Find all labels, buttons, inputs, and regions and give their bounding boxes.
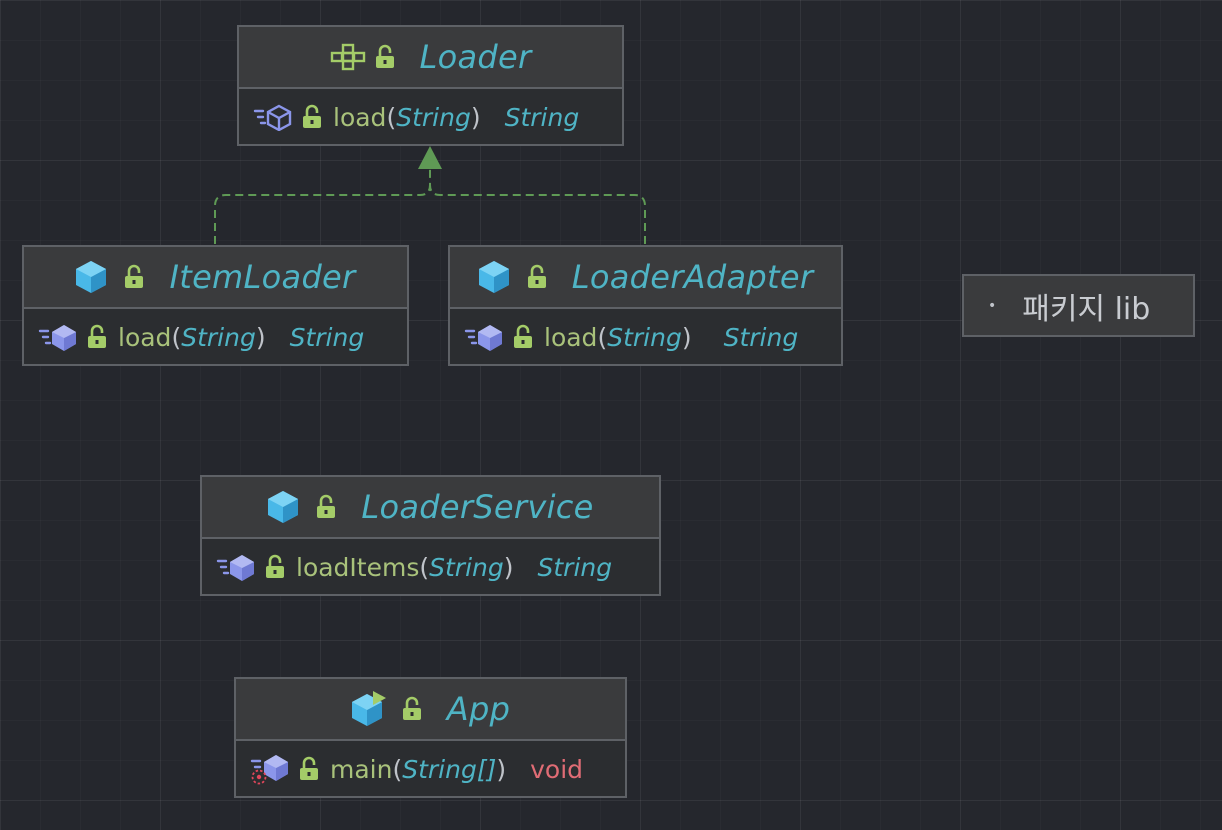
method-param-type: String	[396, 102, 471, 132]
method-icon	[38, 323, 78, 351]
open-paren: (	[597, 322, 608, 352]
node-header: LoaderService	[202, 477, 659, 539]
close-paren: )	[470, 102, 481, 132]
node-loader-adapter[interactable]: LoaderAdapter load(String) String	[448, 245, 843, 366]
class-icon	[267, 490, 299, 524]
method-return-type: String	[289, 322, 365, 352]
method-icon	[464, 323, 504, 351]
lock-open-icon	[298, 756, 320, 782]
class-icon	[75, 260, 107, 294]
node-loader-service[interactable]: LoaderService loadItems(String) String	[200, 475, 661, 596]
open-paren: (	[386, 102, 397, 132]
method-row[interactable]: load(String) String	[24, 309, 407, 365]
method-return-type: void	[530, 754, 584, 784]
node-header: LoaderAdapter	[450, 247, 841, 309]
class-icon	[478, 260, 510, 294]
method-param-type: String	[607, 322, 682, 352]
class-name: App	[446, 690, 511, 728]
node-header: App	[236, 679, 625, 741]
node-loader[interactable]: Loader load(String) String	[237, 25, 624, 146]
method-param-type: String[]	[402, 754, 497, 784]
interface-icon	[330, 43, 366, 71]
close-paren: )	[496, 754, 507, 784]
lock-open-icon	[264, 554, 286, 580]
method-name: main	[330, 754, 393, 784]
main-class-icon	[351, 691, 387, 727]
method-return-type: String	[723, 322, 799, 352]
method-param-type: String	[429, 552, 504, 582]
method-name: load	[118, 322, 172, 352]
node-item-loader[interactable]: ItemLoader load(String) String	[22, 245, 409, 366]
method-error-icon	[250, 753, 290, 785]
close-paren: )	[255, 322, 266, 352]
method-row[interactable]: load(String) String	[239, 89, 622, 145]
method-return-type: String	[537, 552, 613, 582]
package-label: 패키지 lib	[1022, 291, 1151, 327]
method-name: load	[544, 322, 598, 352]
lock-open-icon	[315, 494, 337, 520]
node-app[interactable]: App main(String[]) void	[234, 677, 627, 798]
package-bullet: •	[988, 297, 997, 314]
method-param-type: String	[181, 322, 256, 352]
method-icon	[253, 103, 293, 131]
method-row[interactable]: load(String) String	[450, 309, 841, 365]
lock-open-icon	[401, 696, 423, 722]
class-name: Loader	[419, 38, 532, 76]
close-paren: )	[503, 552, 514, 582]
node-header: ItemLoader	[24, 247, 407, 309]
method-row[interactable]: loadItems(String) String	[202, 539, 659, 595]
open-paren: (	[392, 754, 403, 784]
method-name: loadItems	[296, 552, 420, 582]
class-name: LoaderAdapter	[571, 258, 814, 296]
lock-open-icon	[512, 324, 534, 350]
lock-open-icon	[123, 264, 145, 290]
node-header: Loader	[239, 27, 622, 89]
method-return-type: String	[504, 102, 580, 132]
package-lib[interactable]: • 패키지 lib	[962, 274, 1195, 337]
lock-open-icon	[374, 44, 396, 70]
class-name: ItemLoader	[169, 258, 356, 296]
open-paren: (	[419, 552, 430, 582]
method-name: load	[333, 102, 387, 132]
edge-arrowhead	[418, 146, 442, 169]
method-row[interactable]: main(String[]) void	[236, 741, 625, 797]
open-paren: (	[171, 322, 182, 352]
lock-open-icon	[526, 264, 548, 290]
edge-itemloader-implements-loader	[214, 168, 431, 244]
close-paren: )	[681, 322, 692, 352]
lock-open-icon	[301, 104, 323, 130]
edge-loaderadapter-implements-loader	[429, 184, 646, 244]
class-name: LoaderService	[361, 488, 594, 526]
method-icon	[216, 553, 256, 581]
lock-open-icon	[86, 324, 108, 350]
